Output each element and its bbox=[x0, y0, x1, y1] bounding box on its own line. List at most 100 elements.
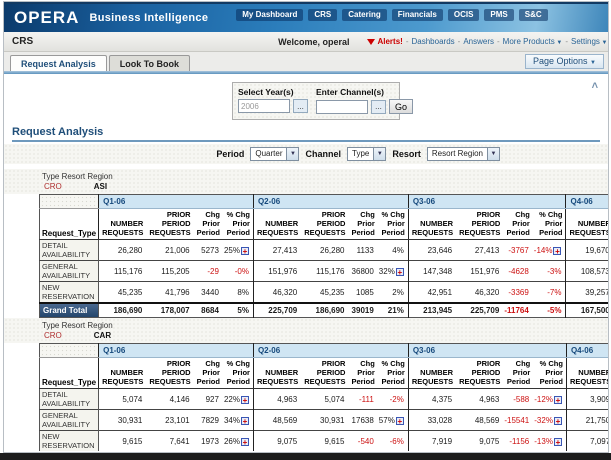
go-button[interactable]: Go bbox=[389, 99, 413, 114]
row-dimension-header: Request_Type bbox=[40, 358, 99, 389]
opera-logo: OPERA bbox=[14, 8, 79, 28]
report-area: Type Resort RegionCROASIQ1-06Q2-06Q3-06Q… bbox=[4, 169, 608, 451]
table-row: NEW RESERVATION45,23541,79634408%46,3204… bbox=[40, 282, 609, 304]
drilldown-expand-icon[interactable]: + bbox=[241, 247, 249, 255]
drilldown-expand-icon[interactable]: + bbox=[554, 417, 562, 425]
view-controls: PeriodQuarter▼ChannelType▼ResortResort R… bbox=[4, 144, 608, 164]
drilldown-expand-icon[interactable]: + bbox=[554, 438, 562, 446]
drilldown-expand-icon[interactable]: + bbox=[396, 417, 404, 425]
drilldown-expand-icon[interactable]: + bbox=[396, 268, 404, 276]
nav-item-crs[interactable]: CRS bbox=[308, 9, 337, 21]
table-cell: 7,919 bbox=[408, 431, 456, 452]
table-cell: 5,074 bbox=[301, 389, 348, 410]
nav-item-s-c[interactable]: S&C bbox=[519, 9, 548, 21]
year-picker-button[interactable]: ... bbox=[293, 99, 308, 113]
table-row: DETAIL AVAILABILITY5,0744,14692722%+4,96… bbox=[40, 389, 609, 410]
drilldown-expand-icon[interactable]: + bbox=[554, 396, 562, 404]
table-cell: 39,257 bbox=[566, 282, 608, 304]
tab-request-analysis[interactable]: Request Analysis bbox=[10, 55, 107, 71]
quarter-header: Q3-06 bbox=[408, 344, 566, 358]
table-cell: -1156 bbox=[503, 431, 533, 452]
table-cell: 4,963 bbox=[456, 389, 503, 410]
table-cell: 151,976 bbox=[456, 261, 503, 282]
nav-item-financials[interactable]: Financials bbox=[392, 9, 443, 21]
column-header: NUMBER REQUESTS bbox=[566, 209, 608, 240]
cro-value: CRO bbox=[44, 182, 62, 191]
channel-picker-button[interactable]: ... bbox=[371, 100, 386, 114]
table-cell: -14%+ bbox=[533, 240, 566, 261]
drilldown-expand-icon[interactable]: + bbox=[241, 438, 249, 446]
page-options-button[interactable]: Page Options ▼ bbox=[525, 54, 604, 69]
table-cell: 45,235 bbox=[301, 282, 348, 304]
column-header: PRIOR PERIOD REQUESTS bbox=[301, 358, 348, 389]
quarter-header: Q2-06 bbox=[253, 195, 408, 209]
nav-item-ocis[interactable]: OCIS bbox=[448, 9, 480, 21]
chevron-down-icon: ▼ bbox=[373, 148, 385, 160]
report-section: Type Resort RegionCROASIQ1-06Q2-06Q3-06Q… bbox=[4, 169, 608, 318]
link-separator: - bbox=[458, 37, 461, 46]
column-header: NUMBER REQUESTS bbox=[99, 209, 147, 240]
group-by-row: Type Resort Region bbox=[4, 318, 608, 330]
table-cell: 21,750 bbox=[566, 410, 608, 431]
select-value: Type bbox=[348, 148, 373, 160]
tab-look-to-book[interactable]: Look To Book bbox=[109, 55, 190, 71]
table-cell: 21,006 bbox=[146, 240, 193, 261]
table-cell: 1133 bbox=[348, 240, 377, 261]
column-header: PRIOR PERIOD REQUESTS bbox=[301, 209, 348, 240]
table-cell: 45,235 bbox=[99, 282, 147, 304]
row-label: NEW RESERVATION bbox=[40, 282, 99, 304]
table-cell: 23,101 bbox=[146, 410, 193, 431]
table-row: DETAIL AVAILABILITY26,28021,006527325%+2… bbox=[40, 240, 609, 261]
table-cell: -11764 bbox=[503, 303, 532, 318]
column-header: Chg Prior Period bbox=[503, 358, 533, 389]
drilldown-expand-icon[interactable]: + bbox=[241, 417, 249, 425]
chevron-down-icon: ▼ bbox=[487, 148, 499, 160]
column-header: NUMBER REQUESTS bbox=[408, 209, 456, 240]
select-value: Resort Region bbox=[428, 148, 487, 160]
table-cell: 225,709 bbox=[253, 303, 301, 318]
table-cell: -540 bbox=[348, 431, 377, 452]
table-row: GENERAL AVAILABILITY30,93123,101782934%+… bbox=[40, 410, 609, 431]
report-title: Request Analysis bbox=[12, 126, 600, 142]
alerts-link[interactable]: Alerts! bbox=[367, 37, 402, 46]
table-cell: 27,413 bbox=[253, 240, 301, 261]
report-section: Type Resort RegionCROCARQ1-06Q2-06Q3-06Q… bbox=[4, 318, 608, 451]
nav-item-catering[interactable]: Catering bbox=[342, 9, 386, 21]
control-select-resort[interactable]: Resort Region▼ bbox=[427, 147, 500, 161]
table-cell: 2% bbox=[378, 282, 409, 304]
row-label: DETAIL AVAILABILITY bbox=[40, 389, 99, 410]
header-link-settings[interactable]: Settings ▼ bbox=[571, 37, 608, 46]
link-separator: - bbox=[406, 37, 409, 46]
collapse-arrow-icon[interactable]: ˄ bbox=[592, 80, 598, 92]
table-cell: 7,641 bbox=[146, 431, 193, 452]
request-analysis-table: Q1-06Q2-06Q3-06Q4-06Request_TypeNUMBER R… bbox=[39, 194, 608, 318]
drilldown-expand-icon[interactable]: + bbox=[553, 247, 561, 255]
row-label: NEW RESERVATION bbox=[40, 431, 99, 452]
control-label-channel: Channel bbox=[305, 149, 341, 159]
table-cell: -12%+ bbox=[533, 389, 566, 410]
table-cell: -588 bbox=[503, 389, 533, 410]
column-header: PRIOR PERIOD REQUESTS bbox=[456, 209, 503, 240]
column-header: NUMBER REQUESTS bbox=[99, 358, 147, 389]
header-link-dashboards[interactable]: Dashboards bbox=[412, 37, 455, 46]
table-cell: 21% bbox=[378, 303, 409, 318]
header-link-answers[interactable]: Answers bbox=[463, 37, 494, 46]
table-cell: 147,348 bbox=[408, 261, 456, 282]
year-input[interactable] bbox=[238, 99, 290, 113]
table-cell: -29 bbox=[194, 261, 223, 282]
header-link-more-products[interactable]: More Products ▼ bbox=[503, 37, 563, 46]
table-cell: 4,963 bbox=[253, 389, 301, 410]
column-header: Chg Prior Period bbox=[348, 209, 377, 240]
table-cell: 17638 bbox=[348, 410, 377, 431]
request-analysis-table: Q1-06Q2-06Q3-06Q4-06Request_TypeNUMBER R… bbox=[39, 343, 608, 451]
control-select-channel[interactable]: Type▼ bbox=[347, 147, 386, 161]
channel-input[interactable] bbox=[316, 100, 368, 114]
nav-item-pms[interactable]: PMS bbox=[484, 9, 513, 21]
nav-item-my-dashboard[interactable]: My Dashboard bbox=[236, 9, 303, 21]
drilldown-expand-icon[interactable]: + bbox=[241, 396, 249, 404]
control-select-period[interactable]: Quarter▼ bbox=[250, 147, 299, 161]
alerts-icon bbox=[367, 39, 375, 45]
table-cell: 30,931 bbox=[301, 410, 348, 431]
table-cell: 23,646 bbox=[408, 240, 456, 261]
chevron-down-icon: ▼ bbox=[286, 148, 298, 160]
